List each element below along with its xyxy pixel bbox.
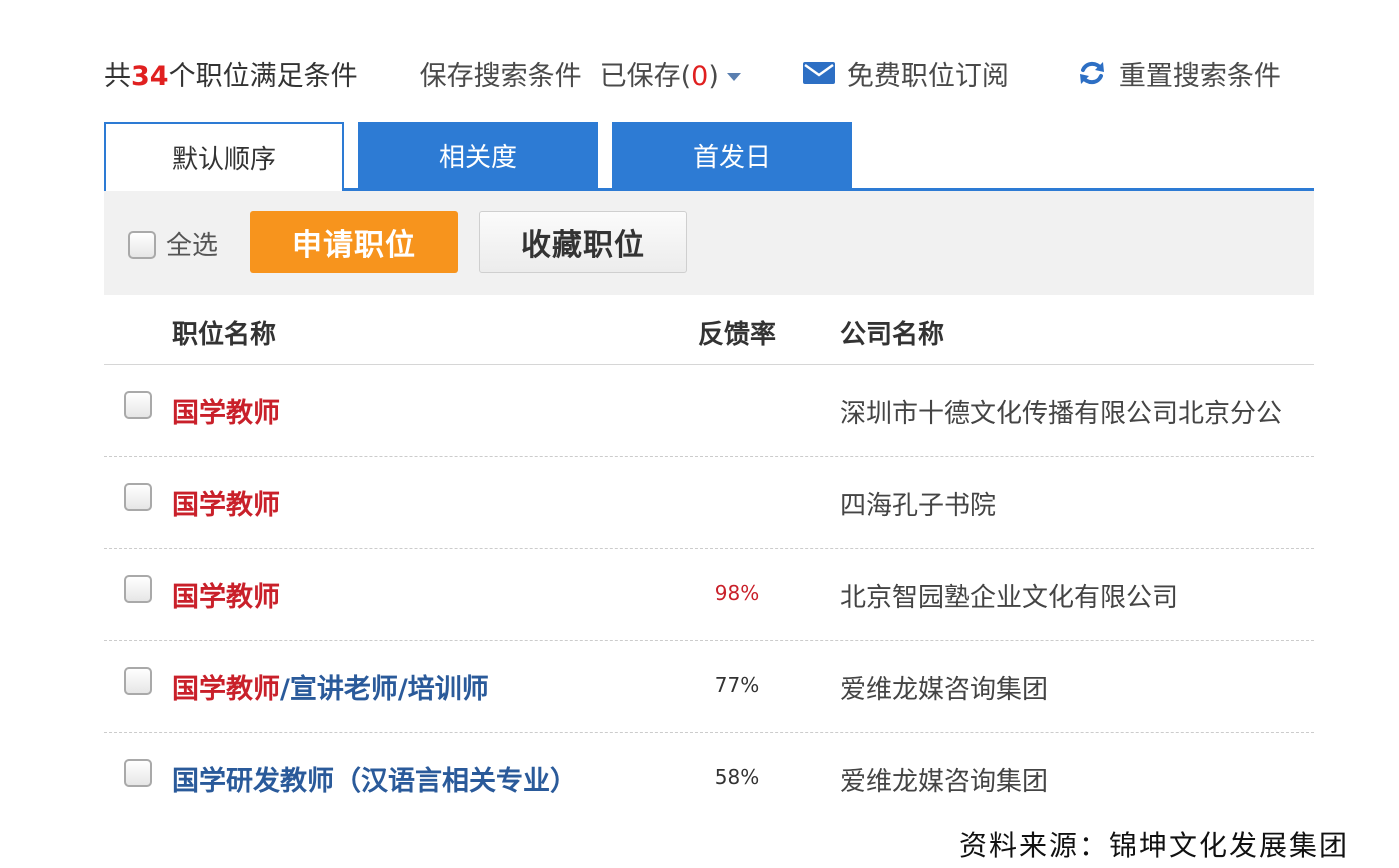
chevron-down-icon — [726, 73, 741, 81]
refresh-icon — [1079, 61, 1104, 85]
results-toolbar: 共34个职位满足条件 保存搜索条件 已保存(0) 免费职位订阅 重置搜索条件 — [104, 48, 1314, 98]
favorite-job-button[interactable]: 收藏职位 — [479, 211, 687, 273]
table-row: 国学教师 深圳市十德文化传播有限公司北京分公 — [104, 365, 1314, 457]
reset-search-link[interactable]: 重置搜索条件 — [1077, 54, 1281, 93]
tab-post-date[interactable]: 首发日 — [612, 122, 852, 188]
column-header-company: 公司名称 — [840, 320, 945, 350]
tab-default-order[interactable]: 默认顺序 — [104, 122, 344, 191]
action-bar: 全选 申请职位 收藏职位 — [104, 191, 1314, 295]
feedback-rate: 77% — [714, 673, 760, 697]
job-list: 国学教师 深圳市十德文化传播有限公司北京分公 国学教师 四海孔子书院 国学教师 … — [104, 365, 1314, 824]
column-header-job-name: 职位名称 — [172, 320, 277, 350]
row-checkbox[interactable] — [124, 483, 152, 511]
row-checkbox[interactable] — [124, 667, 152, 695]
table-row: 国学研发教师（汉语言相关专业） 58% 爱维龙媒咨询集团 — [104, 733, 1314, 824]
row-checkbox[interactable] — [124, 759, 152, 787]
row-checkbox[interactable] — [124, 391, 152, 419]
company-name-link[interactable]: 爱维龙媒咨询集团 — [840, 761, 1314, 798]
job-title-link[interactable]: 国学教师 — [172, 391, 280, 430]
job-title-link[interactable]: 国学教师 — [172, 483, 280, 522]
company-name-link[interactable]: 爱维龙媒咨询集团 — [840, 669, 1314, 706]
column-header-feedback-rate: 反馈率 — [698, 320, 777, 350]
table-row: 国学教师/宣讲老师/培训师 77% 爱维龙媒咨询集团 — [104, 641, 1314, 733]
company-name-link[interactable]: 北京智园塾企业文化有限公司 — [840, 577, 1314, 614]
feedback-rate: 58% — [714, 765, 760, 789]
row-checkbox[interactable] — [124, 575, 152, 603]
result-count-number: 34 — [131, 60, 169, 92]
saved-searches-dropdown[interactable]: 已保存(0) — [600, 54, 741, 93]
tab-relevance[interactable]: 相关度 — [358, 122, 598, 188]
table-row: 国学教师 98% 北京智园塾企业文化有限公司 — [104, 549, 1314, 641]
subscribe-link[interactable]: 免费职位订阅 — [802, 54, 1009, 93]
select-all-label[interactable]: 全选 — [166, 225, 218, 262]
save-search-link[interactable]: 保存搜索条件 — [420, 54, 582, 93]
subscribe-label: 免费职位订阅 — [846, 60, 1009, 92]
table-header: 职位名称 反馈率 公司名称 — [104, 300, 1314, 365]
reset-label: 重置搜索条件 — [1118, 60, 1281, 92]
job-title-link[interactable]: 国学教师 — [172, 575, 280, 614]
mail-icon — [802, 62, 835, 84]
apply-job-button[interactable]: 申请职位 — [250, 211, 458, 273]
result-count: 共34个职位满足条件 — [104, 60, 358, 92]
source-caption: 资料来源：锦坤文化发展集团 — [958, 829, 1349, 862]
company-name-link[interactable]: 深圳市十德文化传播有限公司北京分公 — [840, 393, 1314, 430]
company-name-link[interactable]: 四海孔子书院 — [840, 485, 1314, 522]
table-row: 国学教师 四海孔子书院 — [104, 457, 1314, 549]
job-title-link[interactable]: 国学教师/宣讲老师/培训师 — [172, 667, 489, 706]
feedback-rate: 98% — [714, 581, 760, 605]
sort-tabs: 默认顺序 相关度 首发日 — [104, 122, 1314, 191]
saved-count: 0 — [691, 60, 709, 92]
job-title-link[interactable]: 国学研发教师（汉语言相关专业） — [172, 759, 577, 798]
select-all-checkbox[interactable] — [128, 231, 156, 259]
